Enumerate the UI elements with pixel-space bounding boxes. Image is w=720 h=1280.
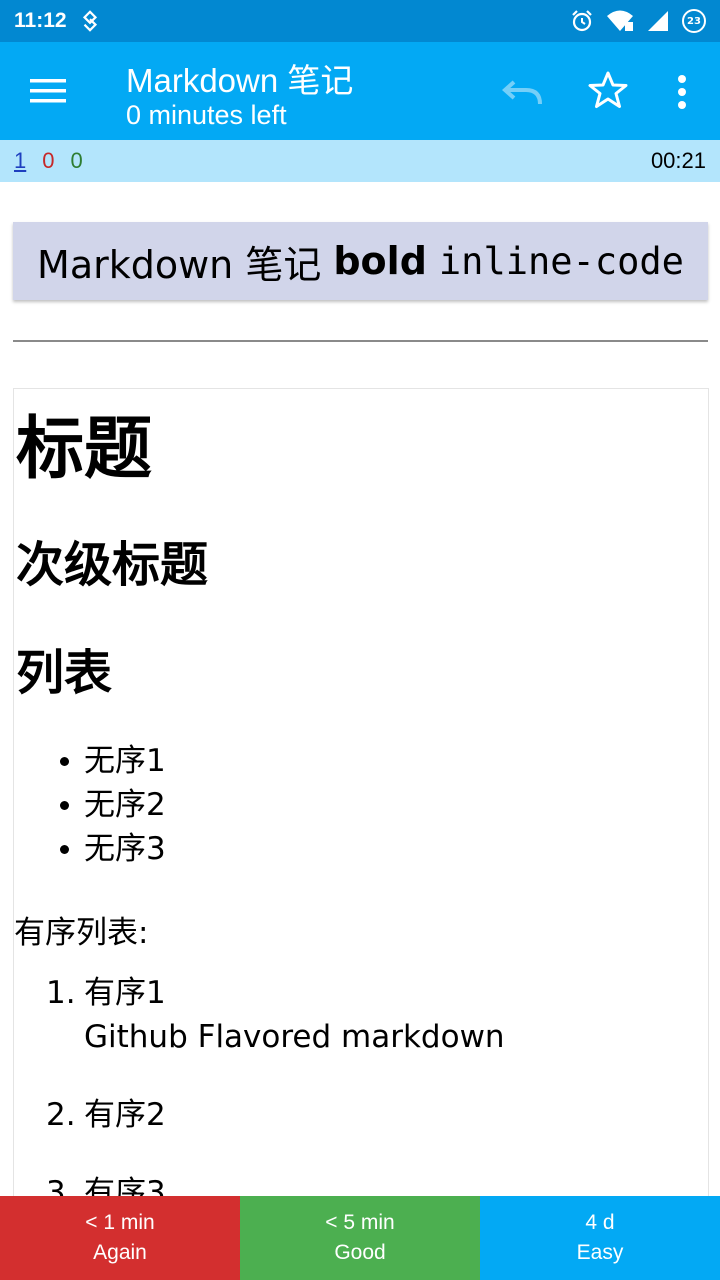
- menu-icon[interactable]: [30, 76, 66, 106]
- unordered-list: 无序1 无序2 无序3: [14, 739, 166, 871]
- heading-2-subtitle: 次级标题: [16, 537, 209, 593]
- app-subtitle: 0 minutes left: [126, 100, 287, 130]
- signal-icon: [648, 11, 668, 31]
- ordered-item-number: 1.: [46, 975, 76, 1011]
- ordered-item: 2. 有序2: [46, 1093, 166, 1137]
- easy-interval: 4 d: [585, 1211, 615, 1234]
- card-content[interactable]: Markdown 笔记 bold inline-code 标题 次级标题 列表 …: [0, 182, 720, 1196]
- ordered-item-number: 2.: [46, 1097, 76, 1133]
- heading-2-list: 列表: [16, 645, 113, 701]
- ordered-item-text: 有序1: [84, 975, 166, 1011]
- count-bar: 1 0 0 00:21: [0, 140, 720, 182]
- good-label: Good: [334, 1241, 386, 1264]
- easy-button[interactable]: 4 d Easy: [480, 1196, 720, 1280]
- alarm-icon: [572, 10, 592, 32]
- easy-label: Easy: [576, 1241, 624, 1264]
- status-icons: 23: [570, 9, 706, 33]
- app-title: Markdown 笔记: [126, 62, 354, 99]
- answer-box: 标题 次级标题 列表 无序1 无序2 无序3 有序列表: 1. 有序1 Githu…: [13, 388, 709, 1196]
- ordered-item: 1. 有序1 Github Flavored markdown: [46, 971, 505, 1059]
- status-bar: 11:12 23: [0, 0, 720, 42]
- wifi-icon: [607, 10, 633, 31]
- list-item: 无序2: [14, 783, 166, 827]
- answer-buttons: < 1 min Again < 5 min Good 4 d Easy: [0, 1196, 720, 1280]
- battery-badge: 23: [682, 9, 706, 33]
- question-text: Markdown 笔记: [37, 242, 322, 287]
- more-vert-icon[interactable]: [664, 72, 700, 112]
- question-bold: bold: [333, 239, 427, 283]
- ordered-list-title: 有序列表:: [14, 915, 149, 951]
- heading-1: 标题: [16, 410, 153, 489]
- app-bar: Markdown 笔记 0 minutes left: [0, 42, 720, 140]
- learning-count: 0: [42, 148, 55, 173]
- question-box: Markdown 笔记 bold inline-code: [13, 222, 708, 300]
- question-inline-code: inline-code: [438, 239, 684, 283]
- undo-icon[interactable]: [502, 74, 544, 108]
- new-count: 1: [14, 148, 27, 173]
- again-button[interactable]: < 1 min Again: [0, 1196, 240, 1280]
- ordered-item-number: 3.: [46, 1175, 76, 1196]
- ordered-item-text: 有序3: [84, 1175, 166, 1196]
- list-item: 无序1: [14, 739, 166, 783]
- review-count: 0: [70, 148, 83, 173]
- card-timer: 00:21: [650, 148, 706, 173]
- star-icon[interactable]: [588, 70, 628, 110]
- list-item: 无序3: [14, 827, 166, 871]
- good-button[interactable]: < 5 min Good: [240, 1196, 480, 1280]
- ordered-item-text: 有序2: [84, 1097, 166, 1133]
- good-interval: < 5 min: [325, 1211, 395, 1234]
- ordered-item-subtext: Github Flavored markdown: [84, 1019, 505, 1055]
- again-label: Again: [93, 1241, 147, 1264]
- answer-divider: [13, 340, 708, 342]
- ordered-item: 3. 有序3: [46, 1171, 166, 1196]
- again-interval: < 1 min: [85, 1211, 155, 1234]
- usb-debug-icon: [82, 10, 97, 32]
- status-time: 11:12: [14, 9, 67, 32]
